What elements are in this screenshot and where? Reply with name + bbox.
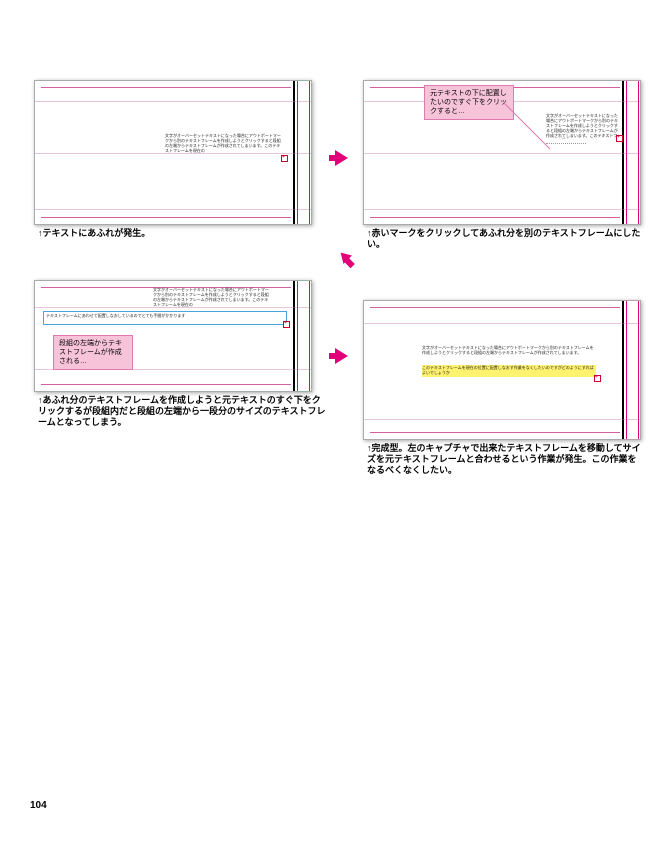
original-text: 文字がオーバーセットテキストになった場合にアウトポートマークから別のテキストフレ… (153, 287, 269, 307)
final-text-top: 文字がオーバーセットテキストになった場合にアウトポートマークから別のテキストフレ… (422, 345, 596, 365)
overset-out-port-icon[interactable] (616, 135, 623, 142)
panel-1: 文字がオーバーセットテキストになった場合にアウトポートマークから別のテキストフレ… (34, 80, 312, 225)
arrow-right-icon (335, 150, 348, 166)
document-page: 文字がオーバーセットテキストになった場合にアウトポートマークから別のテキストフレ… (0, 0, 667, 842)
out-port-icon[interactable] (283, 321, 290, 328)
panel-4: 文字がオーバーセットテキストになった場合にアウトポートマークから別のテキストフレ… (363, 300, 641, 440)
page-number: 104 (30, 800, 47, 811)
arrow-right-icon (335, 348, 348, 364)
caption-panel-3: ↑あふれ分のテキストフレームを作成しようと元テキストのすぐ下をクリックするが段組… (38, 395, 328, 428)
autocreated-frame-text: テキストフレームにあわせて配置しなおしているのでとても手間がかかります (46, 313, 282, 321)
overset-text: 文字がオーバーセットテキストになった場合にアウトポートマークから別のテキストフレ… (165, 133, 281, 159)
click-target-area (546, 143, 586, 152)
callout-leader-icon (504, 99, 552, 155)
final-text-highlight: このテキストフレームを現在の位置に配置しなおす作業をなくしたいのですがどのように… (422, 365, 596, 377)
overset-out-port-icon[interactable] (281, 155, 288, 162)
caption-panel-1: ↑テキストにあふれが発生。 (38, 228, 314, 239)
overset-text: 文字がオーバーセットテキストになった場合にアウトポートマークから別のテキストフレ… (546, 113, 618, 139)
out-port-icon[interactable] (594, 375, 601, 382)
panel-2: 元テキストの下に配置したいのですぐ下をクリックすると… 文字がオーバーセットテキ… (363, 80, 641, 225)
caption-panel-4: ↑完成型。左のキャプチャで出来たテキストフレームを移動してサイズを元テキストフレ… (367, 443, 643, 476)
autocreated-frame: テキストフレームにあわせて配置しなおしているのでとても手間がかかります (43, 311, 287, 325)
callout-panel-3: 段組の左端からテキストフレームが作成される… (53, 335, 133, 370)
caption-panel-2: ↑赤いマークをクリックしてあふれ分を別のテキストフレームにしたい。 (367, 228, 643, 250)
arrow-down-left-icon (336, 248, 357, 269)
panel-3: 文字がオーバーセットテキストになった場合にアウトポートマークから別のテキストフレ… (34, 280, 312, 392)
callout-panel-2: 元テキストの下に配置したいのですぐ下をクリックすると… (424, 85, 514, 120)
